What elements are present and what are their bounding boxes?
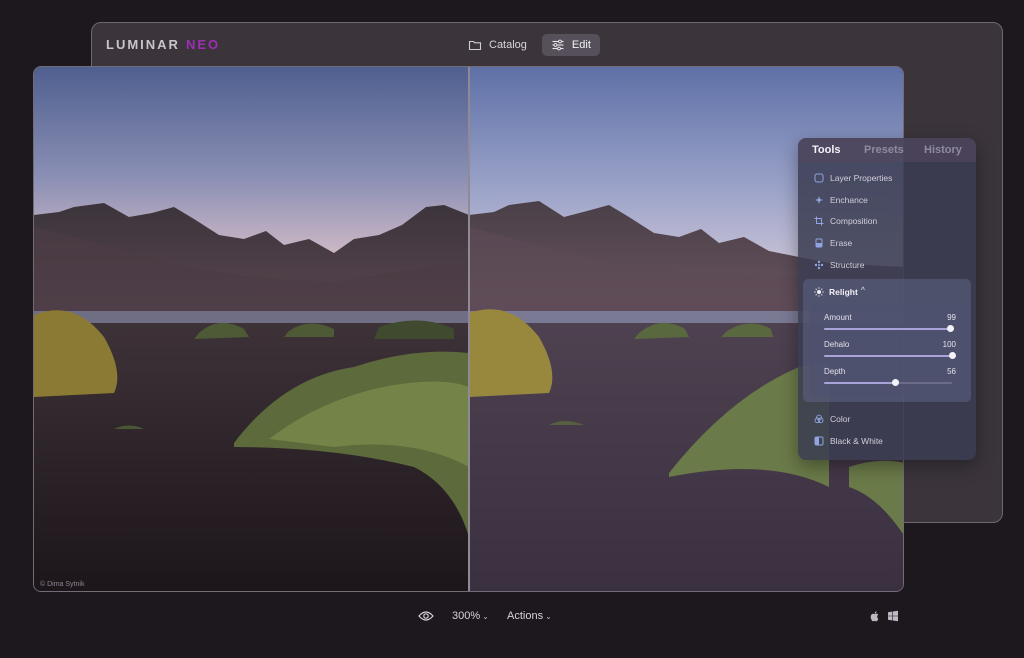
slider-track[interactable] [824,379,952,387]
nav-catalog-label: Catalog [489,39,527,51]
relight-label: Relight [829,287,858,298]
nav-edit[interactable]: Edit [541,34,600,56]
slider-knob[interactable] [947,325,955,333]
brand-name: LUMINAR [106,37,180,52]
black-white-icon [814,436,824,446]
slider-knob[interactable] [948,352,956,360]
tools-panel: Tools Presets History Layer Properties E… [798,138,976,460]
tool-label: Layer Properties [830,172,893,183]
tool-enhance[interactable]: Enchance [798,189,976,211]
structure-icon [814,260,824,269]
tool-composition[interactable]: Composition [798,210,976,232]
slider-value: 56 [947,367,956,377]
tool-label: Structure [830,259,865,270]
slider-value: 99 [947,313,956,323]
photo-viewer[interactable]: © Dima Sytnik [33,66,904,592]
apple-icon [870,611,879,622]
slider-knob[interactable] [892,379,900,387]
nav-catalog[interactable]: Catalog [459,34,536,56]
bottom-toolbar: 300% ⌄ Actions ⌄ [0,607,1024,627]
slider-amount: Amount 99 [824,313,956,337]
tool-structure[interactable]: Structure [798,254,976,276]
chevron-down-icon: ⌄ [545,612,552,621]
top-navigation: Catalog Edit [459,34,600,56]
tool-label: Black & White [830,435,883,446]
tool-erase[interactable]: Erase [798,232,976,254]
slider-depth: Depth 56 [824,367,956,391]
tool-list: Layer Properties Enchance Composition Er… [798,162,976,275]
eraser-icon [815,238,823,248]
slider-label: Amount [824,313,852,323]
tab-tools[interactable]: Tools [812,144,864,156]
chevron-down-icon: ⌄ [482,612,489,621]
crop-icon [814,216,824,226]
actions-label: Actions [507,610,544,622]
sliders-icon [552,39,564,51]
tab-history[interactable]: History [924,144,962,156]
actions-dropdown[interactable]: Actions ⌄ [507,610,552,622]
windows-icon [888,610,898,622]
relight-section: Relight ^ Amount 99 Dehalo 100 Depth 56 [803,279,971,403]
slider-track[interactable] [824,325,955,333]
landscape-before-image: © Dima Sytnik [34,67,469,591]
color-icon [814,414,824,424]
relight-header[interactable]: Relight ^ [803,279,971,297]
app-logo: LUMINAR NEO [106,37,220,52]
tool-layer-properties[interactable]: Layer Properties [798,167,976,189]
tool-color[interactable]: Color [798,408,976,430]
photo-credit: © Dima Sytnik [40,580,85,588]
panel-tabs: Tools Presets History [798,138,976,162]
platform-icons [869,610,899,622]
slider-fill [824,328,951,331]
folder-icon [468,40,482,51]
collapse-caret-icon[interactable]: ^ [861,287,865,294]
tool-label: Enchance [830,194,868,205]
relight-sliders: Amount 99 Dehalo 100 Depth 56 [810,304,970,397]
slider-fill [824,355,952,358]
slider-label: Depth [824,367,846,377]
nav-edit-label: Edit [571,39,591,51]
tool-label: Color [830,414,851,425]
eye-icon[interactable] [418,610,434,622]
enhance-icon [815,195,823,204]
zoom-value: 300% [452,610,481,622]
tool-label: Erase [830,237,853,248]
slider-label: Dehalo [824,340,850,350]
photo-before: © Dima Sytnik [34,67,469,591]
sun-icon [814,287,824,298]
tool-label: Composition [830,216,878,227]
slider-value: 100 [942,340,956,350]
tab-presets[interactable]: Presets [864,144,924,156]
slider-track[interactable] [824,352,956,360]
zoom-dropdown[interactable]: 300% ⌄ [452,610,489,622]
slider-fill [824,382,896,385]
tool-list-bottom: Color Black & White [798,408,976,451]
tool-black-white[interactable]: Black & White [798,430,976,452]
layers-icon [814,173,824,183]
before-after-divider[interactable] [468,67,470,591]
brand-suffix: NEO [185,37,221,52]
slider-dehalo: Dehalo 100 [824,340,956,364]
